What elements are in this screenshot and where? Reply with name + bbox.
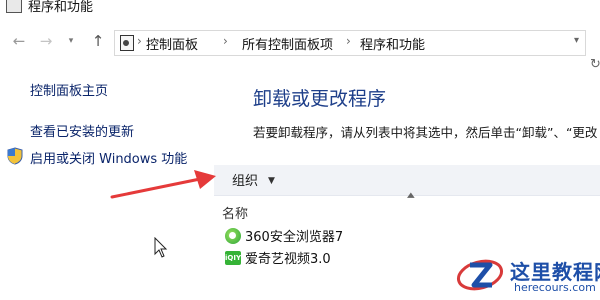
breadcrumb-separator[interactable]: › bbox=[223, 34, 228, 48]
shield-icon bbox=[7, 147, 23, 165]
list-item[interactable]: iQIYI 爱奇艺视频3.0 bbox=[225, 248, 331, 267]
mouse-cursor-icon bbox=[154, 237, 168, 258]
sidebar-link-windows-features[interactable]: 启用或关闭 Windows 功能 bbox=[30, 148, 187, 167]
breadcrumb-separator[interactable]: › bbox=[137, 34, 142, 48]
watermark: 这里教程网 herecours.com bbox=[450, 254, 600, 299]
watermark-logo-icon bbox=[456, 259, 504, 291]
breadcrumb-programs[interactable]: 程序和功能 bbox=[360, 34, 425, 53]
chevron-down-icon: ▼ bbox=[268, 176, 275, 186]
list-item[interactable]: 360安全浏览器7 bbox=[225, 226, 343, 245]
watermark-url: herecours.com bbox=[514, 281, 596, 294]
title-bar: 程序和功能 bbox=[0, 0, 600, 22]
programs-icon bbox=[6, 0, 22, 13]
window-title: 程序和功能 bbox=[28, 0, 94, 15]
iqiyi-icon: iQIYI bbox=[225, 250, 244, 265]
refresh-button[interactable]: ↻ bbox=[590, 57, 600, 81]
chevron-down-icon[interactable]: ▾ bbox=[574, 35, 579, 46]
program-name: 360安全浏览器7 bbox=[245, 230, 344, 245]
recent-locations-button[interactable]: ▾ bbox=[64, 27, 78, 55]
program-name: 爱奇艺视频3.0 bbox=[245, 252, 331, 267]
back-button[interactable]: ← bbox=[10, 27, 28, 55]
page-description: 若要卸载程序，请从列表中将其选中，然后单击“卸载”、“更改 bbox=[253, 125, 598, 140]
sidebar-link-home[interactable]: 控制面板主页 bbox=[30, 80, 108, 99]
organize-button[interactable]: 组织 ▼ bbox=[232, 170, 275, 189]
organize-label: 组织 bbox=[232, 174, 259, 189]
sidebar-link-installed-updates[interactable]: 查看已安装的更新 bbox=[30, 121, 134, 140]
navigation-bar: ← → ▾ ↑ › 控制面板 › 所有控制面板项 › 程序和功能 ▾ ↻ bbox=[0, 27, 600, 72]
breadcrumb-all-items[interactable]: 所有控制面板项 bbox=[242, 34, 333, 53]
arrow-left-icon: ← bbox=[12, 32, 26, 50]
breadcrumb-separator[interactable]: › bbox=[346, 34, 351, 48]
page-title: 卸载或更改程序 bbox=[253, 88, 387, 110]
chevron-down-icon: ▾ bbox=[68, 36, 74, 46]
annotation-arrow-icon bbox=[110, 170, 216, 199]
column-header-name[interactable]: 名称 bbox=[222, 203, 248, 222]
arrow-up-icon: ↑ bbox=[91, 32, 105, 50]
360-browser-icon bbox=[225, 227, 241, 244]
control-panel-icon bbox=[120, 35, 134, 51]
address-bar[interactable]: › 控制面板 › 所有控制面板项 › 程序和功能 ▾ bbox=[114, 30, 586, 56]
refresh-icon: ↻ bbox=[590, 57, 600, 72]
sort-ascending-icon: ▲ bbox=[407, 191, 415, 200]
forward-button[interactable]: → bbox=[37, 27, 55, 55]
up-button[interactable]: ↑ bbox=[89, 27, 107, 55]
arrow-right-icon: → bbox=[39, 32, 53, 50]
breadcrumb-control-panel[interactable]: 控制面板 bbox=[146, 34, 198, 53]
